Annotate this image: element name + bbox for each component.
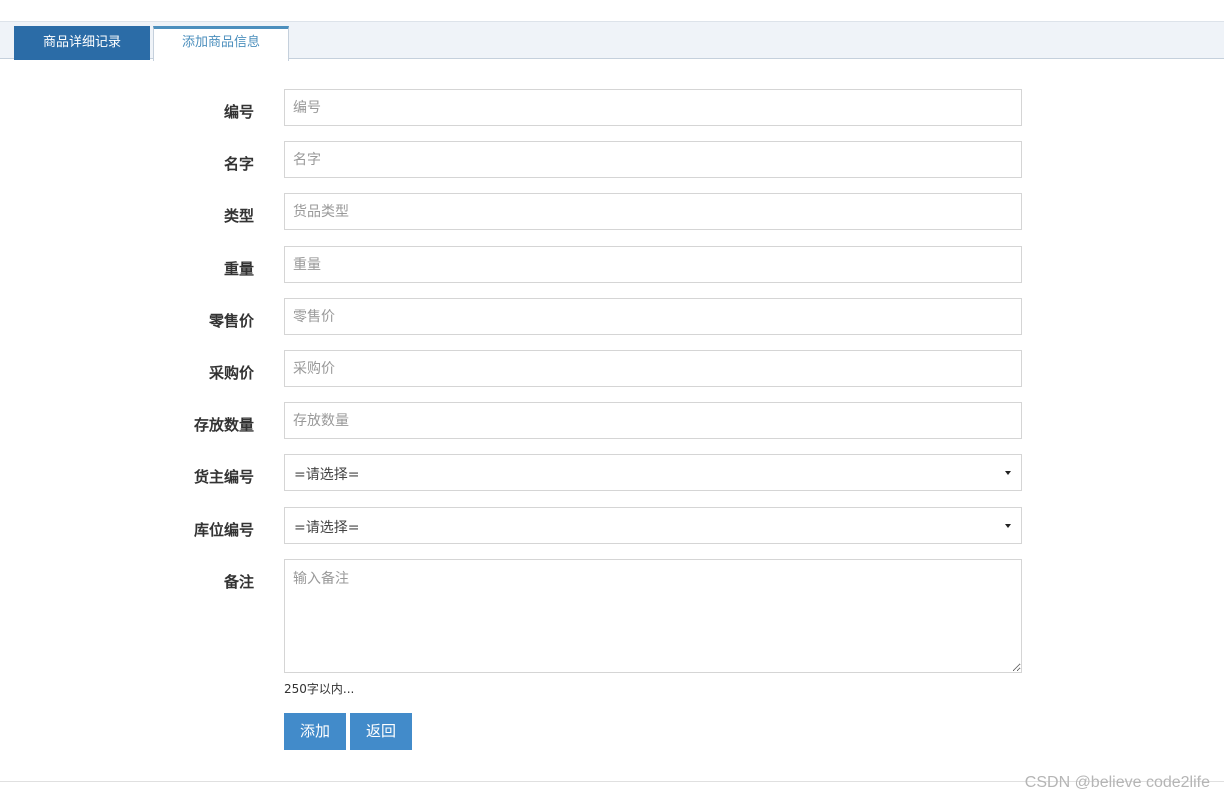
tab-product-details[interactable]: 商品详细记录 [14,26,150,60]
form-row-purchase-price: 采购价 [0,350,1224,387]
form-row-retail-price: 零售价 [0,298,1224,335]
type-label: 类型 [223,207,254,225]
tab-bar: 商品详细记录 添加商品信息 [0,21,1224,61]
quantity-label: 存放数量 [193,416,254,434]
form-row-name: 名字 [0,141,1224,178]
weight-input[interactable] [284,246,1022,283]
form-row-remarks: 备注 [0,559,1224,673]
location-code-select[interactable]: =请选择= [284,507,1022,544]
type-input[interactable] [284,193,1022,230]
watermark: CSDN @believe code2life [1024,774,1210,791]
location-code-selected-value: =请选择= [294,520,360,536]
owner-code-selected-value: =请选择= [294,467,360,483]
owner-code-select[interactable]: =请选择= [284,454,1022,491]
purchase-price-input[interactable] [284,350,1022,387]
caret-down-icon [1005,471,1011,475]
form-row-location-code: 库位编号 =请选择= [0,507,1224,544]
caret-down-icon [1005,524,1011,528]
remarks-textarea[interactable] [284,559,1022,673]
form-row-quantity: 存放数量 [0,402,1224,439]
owner-code-label: 货主编号 [193,468,254,486]
code-input[interactable] [284,89,1022,126]
form-row-owner-code: 货主编号 =请选择= [0,454,1224,491]
location-code-label: 库位编号 [193,521,254,539]
name-label: 名字 [223,155,254,173]
weight-label: 重量 [223,260,254,278]
retail-price-label: 零售价 [208,312,254,330]
remarks-label: 备注 [223,573,254,591]
back-button[interactable]: 返回 [350,713,412,750]
add-button[interactable]: 添加 [284,713,346,750]
purchase-price-label: 采购价 [208,364,254,382]
name-input[interactable] [284,141,1022,178]
code-label: 编号 [223,103,254,121]
retail-price-input[interactable] [284,298,1022,335]
form-row-weight: 重量 [0,246,1224,283]
tab-add-product[interactable]: 添加商品信息 [153,26,289,61]
form-row-type: 类型 [0,193,1224,230]
quantity-input[interactable] [284,402,1022,439]
form-row-code: 编号 [0,89,1224,126]
remarks-hint: 250字以内... [284,682,355,696]
